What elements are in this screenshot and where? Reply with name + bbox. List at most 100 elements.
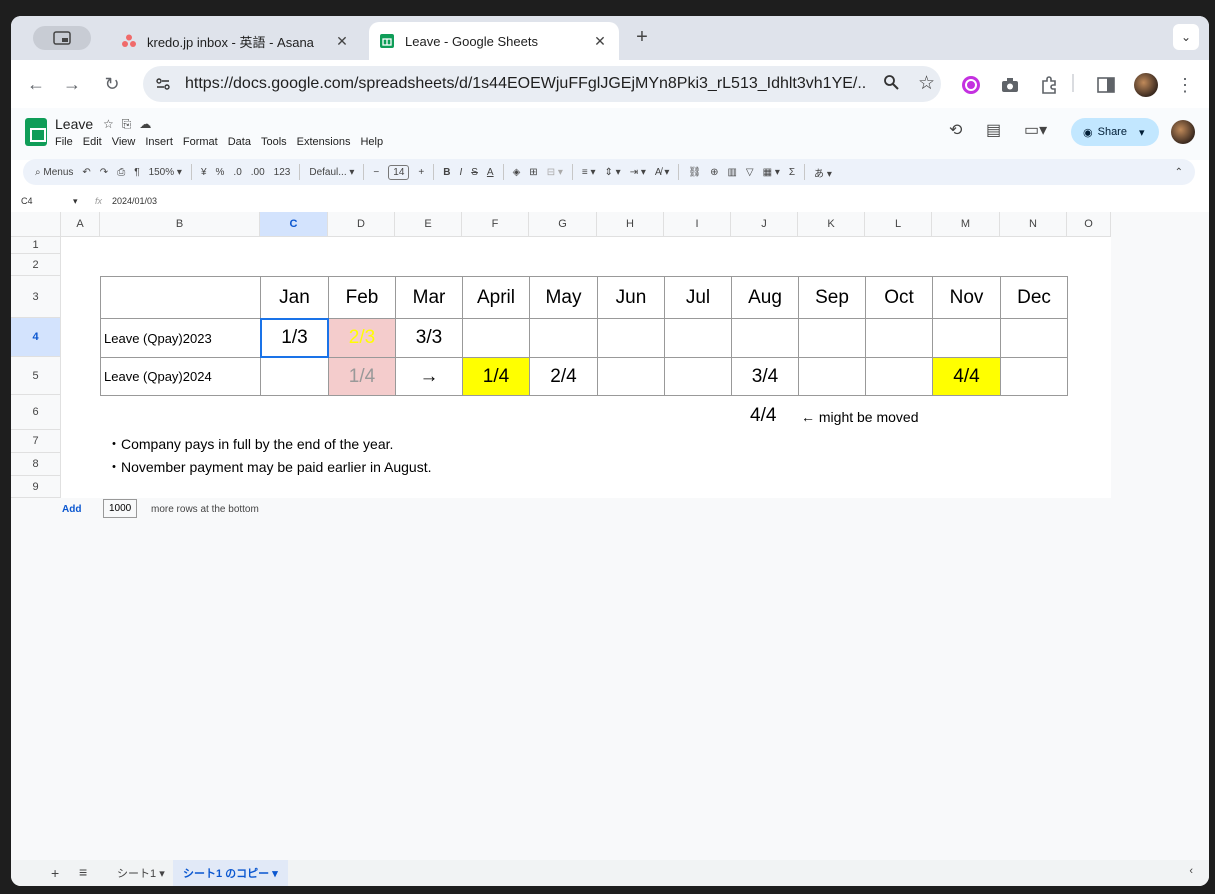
vertical-align-icon[interactable]: ⇕ ▾ bbox=[605, 167, 621, 178]
add-sheet-button[interactable]: + bbox=[51, 865, 59, 881]
strikethrough-button[interactable]: S bbox=[471, 167, 478, 178]
fill-color-icon[interactable]: ◈ bbox=[513, 167, 521, 178]
cell-2024-jul[interactable] bbox=[664, 357, 732, 396]
input-tools-button[interactable]: あ ▾ bbox=[814, 165, 832, 180]
column-header-l[interactable]: L bbox=[865, 212, 932, 237]
month-header-feb[interactable]: Feb bbox=[328, 276, 396, 319]
cell-2023-feb[interactable]: 2/3 bbox=[328, 318, 396, 358]
chevron-down-icon[interactable]: ▾ bbox=[272, 867, 278, 880]
undo-icon[interactable]: ↶ bbox=[82, 167, 90, 178]
name-box-dropdown-icon[interactable]: ▾ bbox=[73, 196, 78, 207]
cell-2024-aug[interactable]: 3/4 bbox=[731, 357, 799, 396]
column-header-f[interactable]: F bbox=[462, 212, 529, 237]
cell-2024-mar[interactable]: → bbox=[395, 357, 463, 396]
decrease-decimal[interactable]: .0 bbox=[233, 167, 241, 178]
row-header-8[interactable]: 8 bbox=[11, 453, 61, 476]
cell-2023-dec[interactable] bbox=[1000, 318, 1068, 358]
insert-comment-icon[interactable]: ⊕ bbox=[710, 167, 718, 178]
sheet-tab-2[interactable]: シート1 のコピー ▾ bbox=[173, 860, 288, 886]
row-header-9[interactable]: 9 bbox=[11, 476, 61, 498]
month-header-april[interactable]: April bbox=[462, 276, 530, 319]
text-rotation-icon[interactable]: A̸ ▾ bbox=[655, 167, 669, 178]
side-panel-icon[interactable] bbox=[1095, 74, 1117, 96]
version-history-icon[interactable]: ⟲ bbox=[949, 120, 962, 140]
column-header-b[interactable]: B bbox=[100, 212, 260, 237]
menu-extensions[interactable]: Extensions bbox=[297, 136, 351, 148]
collapse-toolbar-icon[interactable]: ⌃ bbox=[1175, 167, 1183, 178]
paint-format-icon[interactable]: ¶ bbox=[134, 167, 139, 178]
note-company-pays[interactable]: ・Company pays in full by the end of the … bbox=[107, 434, 393, 454]
row6-aug-value[interactable]: 4/4 bbox=[750, 405, 776, 427]
column-header-e[interactable]: E bbox=[395, 212, 462, 237]
star-icon[interactable]: ☆ bbox=[103, 117, 122, 131]
row-header-3[interactable]: 3 bbox=[11, 276, 61, 318]
horizontal-align-icon[interactable]: ≡ ▾ bbox=[582, 167, 596, 178]
row-header-4[interactable]: 4 bbox=[11, 318, 61, 357]
site-info-icon[interactable] bbox=[155, 76, 171, 92]
chevron-down-icon[interactable]: ▾ bbox=[1139, 126, 1145, 139]
cell-2024-oct[interactable] bbox=[865, 357, 933, 396]
browser-menu-icon[interactable]: ⋮ bbox=[1174, 74, 1196, 96]
functions-button[interactable]: Σ bbox=[789, 167, 795, 178]
column-header-o[interactable]: O bbox=[1067, 212, 1111, 237]
cell-2024-may[interactable]: 2/4 bbox=[529, 357, 598, 396]
forward-icon[interactable]: → bbox=[61, 74, 83, 95]
month-header-may[interactable]: May bbox=[529, 276, 598, 319]
currency-format[interactable]: ¥ bbox=[201, 167, 207, 178]
month-header-mar[interactable]: Mar bbox=[395, 276, 463, 319]
month-header-jun[interactable]: Jun bbox=[597, 276, 665, 319]
add-rows-count-input[interactable]: 1000 bbox=[103, 499, 138, 518]
font-size-input[interactable]: 14 bbox=[388, 164, 410, 180]
column-header-a[interactable]: A bbox=[61, 212, 100, 237]
new-tab-button[interactable]: + bbox=[631, 26, 653, 49]
collapse-sidebar-icon[interactable]: ‹ bbox=[1189, 865, 1193, 877]
borders-icon[interactable]: ⊞ bbox=[529, 167, 537, 178]
menu-edit[interactable]: Edit bbox=[83, 136, 102, 148]
row-header-2[interactable]: 2 bbox=[11, 254, 61, 276]
cell-2024-dec[interactable] bbox=[1000, 357, 1068, 396]
row-label-2024[interactable]: Leave (Qpay)2024 bbox=[100, 357, 261, 396]
account-avatar[interactable] bbox=[1171, 120, 1195, 144]
note-november-payment[interactable]: ・November payment may be paid earlier in… bbox=[107, 457, 432, 477]
cell-2023-mar[interactable]: 3/3 bbox=[395, 318, 463, 358]
chevron-down-icon[interactable]: ▾ bbox=[159, 867, 165, 880]
month-header-nov[interactable]: Nov bbox=[932, 276, 1001, 319]
month-header-sep[interactable]: Sep bbox=[798, 276, 866, 319]
print-icon[interactable]: ⎙ bbox=[117, 167, 125, 178]
row-header-7[interactable]: 7 bbox=[11, 430, 61, 453]
increase-font-size[interactable]: + bbox=[418, 167, 424, 178]
cell-2023-jul[interactable] bbox=[664, 318, 732, 358]
cell-2024-feb[interactable]: 1/4 bbox=[328, 357, 396, 396]
cell-2023-oct[interactable] bbox=[865, 318, 933, 358]
sheets-home-icon[interactable] bbox=[25, 118, 47, 146]
comments-icon[interactable]: ▤ bbox=[986, 120, 1001, 140]
extensions-puzzle-icon[interactable] bbox=[1038, 74, 1060, 96]
menu-data[interactable]: Data bbox=[228, 136, 251, 148]
font-select[interactable]: Defaul... ▾ bbox=[309, 167, 354, 178]
select-all-corner[interactable] bbox=[11, 212, 61, 237]
all-sheets-button[interactable]: ≡ bbox=[79, 864, 87, 880]
cell-2024-jan[interactable] bbox=[260, 357, 329, 396]
insert-chart-icon[interactable]: ▥ bbox=[727, 167, 736, 178]
redo-icon[interactable]: ↷ bbox=[100, 167, 108, 178]
italic-button[interactable]: I bbox=[459, 167, 462, 178]
column-header-n[interactable]: N bbox=[1000, 212, 1067, 237]
close-icon[interactable]: ✕ bbox=[591, 33, 609, 50]
cell-2024-nov[interactable]: 4/4 bbox=[932, 357, 1001, 396]
name-box[interactable]: C4 bbox=[21, 196, 33, 206]
share-button[interactable]: ◉ Share ▾ bbox=[1071, 118, 1159, 146]
row-label-2023[interactable]: Leave (Qpay)2023 bbox=[100, 318, 261, 358]
bookmark-star-icon[interactable]: ☆ bbox=[918, 72, 935, 95]
zoom-select[interactable]: 150% ▾ bbox=[149, 167, 182, 178]
merge-cells-icon[interactable]: ⊟ ▾ bbox=[547, 167, 563, 178]
column-header-m[interactable]: M bbox=[932, 212, 1000, 237]
profile-avatar[interactable] bbox=[1134, 73, 1158, 97]
tab-search-button[interactable] bbox=[33, 26, 91, 50]
insert-link-icon[interactable]: ⛓ bbox=[688, 167, 701, 178]
text-color-button[interactable]: A bbox=[487, 167, 494, 178]
menu-file[interactable]: File bbox=[55, 136, 73, 148]
cell-2023-may[interactable] bbox=[529, 318, 598, 358]
cell-2023-nov[interactable] bbox=[932, 318, 1001, 358]
zoom-icon[interactable] bbox=[883, 74, 899, 95]
month-header-dec[interactable]: Dec bbox=[1000, 276, 1068, 319]
